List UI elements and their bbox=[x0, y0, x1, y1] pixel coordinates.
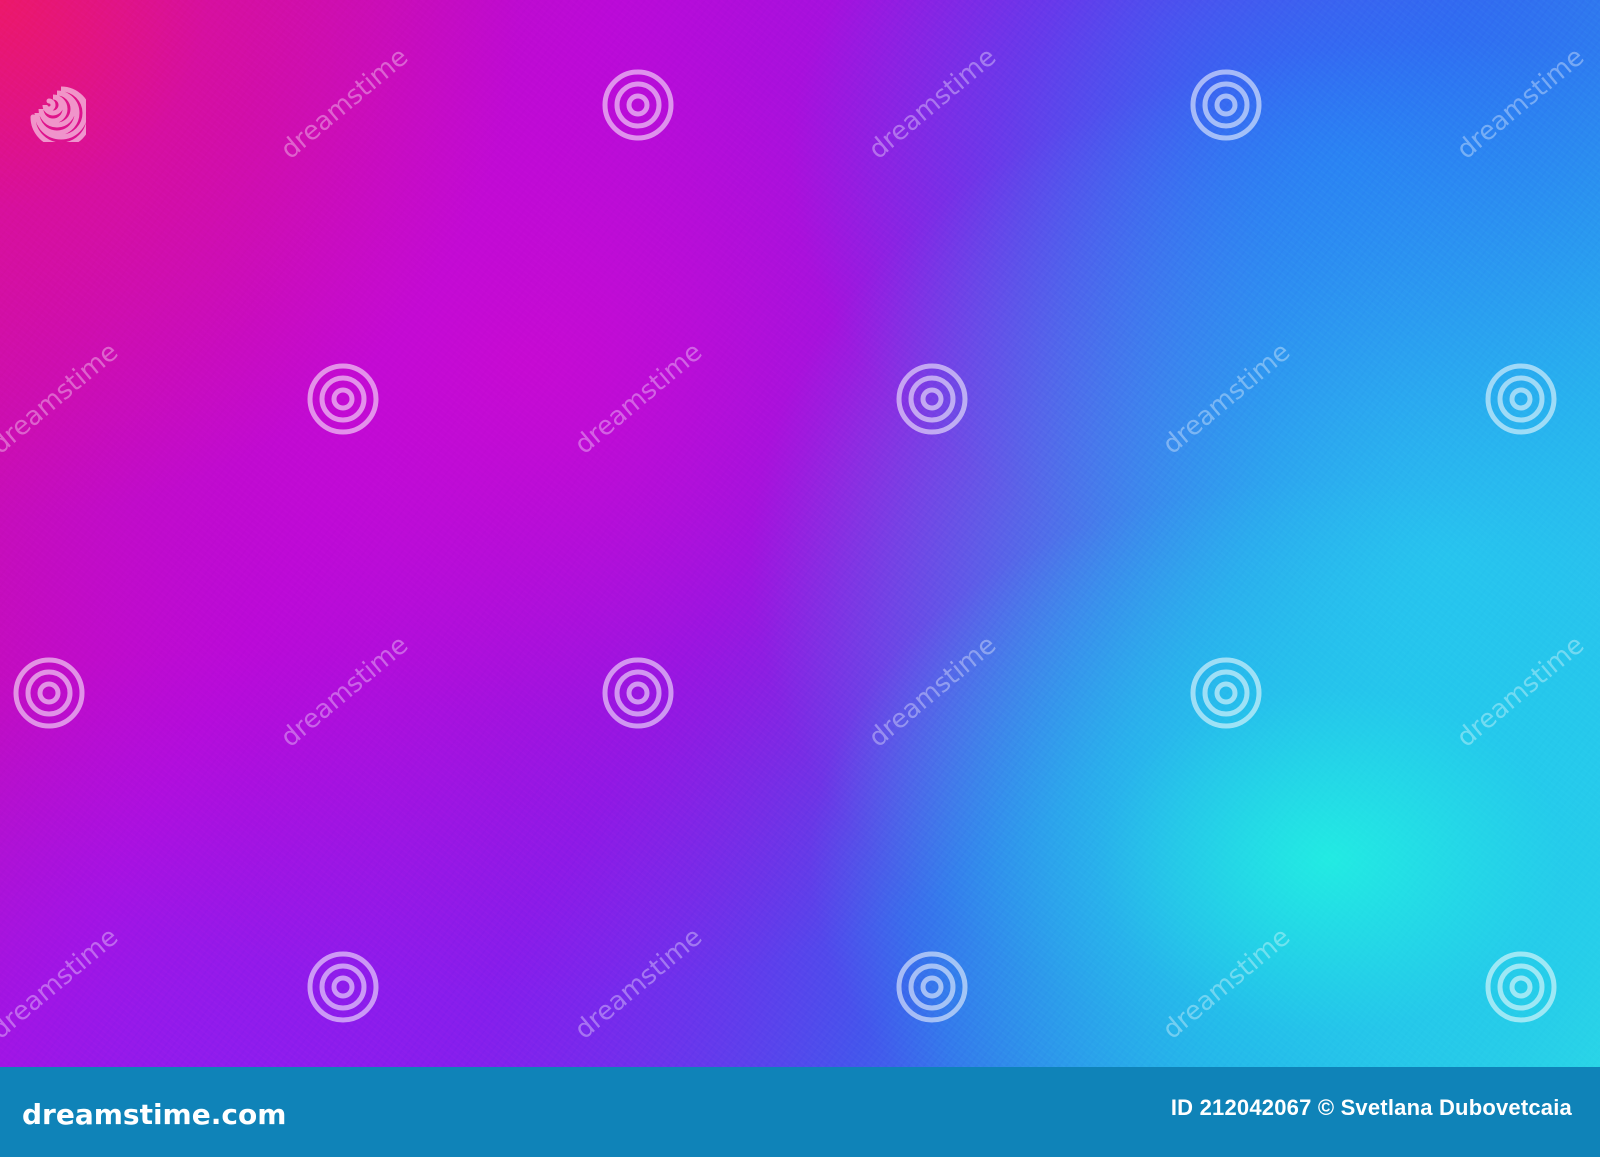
svg-text:dreamstime: dreamstime bbox=[569, 922, 708, 1045]
svg-text:dreamstime: dreamstime bbox=[1451, 630, 1590, 753]
svg-text:dreamstime: dreamstime bbox=[275, 630, 414, 753]
foil-texture bbox=[0, 0, 1600, 1067]
svg-text:dreamstime: dreamstime bbox=[863, 42, 1002, 165]
author-name: Svetlana Dubovetcaia bbox=[1340, 1095, 1572, 1120]
watermark-swirl-icon bbox=[601, 656, 675, 730]
image-id: ID 212042067 bbox=[1170, 1095, 1312, 1120]
svg-text:dreamstime: dreamstime bbox=[569, 337, 708, 460]
svg-text:dreamstime.com: dreamstime.com bbox=[22, 1098, 286, 1131]
image-credit: ID 212042067 © Svetlana Dubovetcaia bbox=[1171, 1095, 1572, 1121]
dreamstime-logo: dreamstime.com bbox=[22, 1091, 292, 1131]
watermark-swirl-icon bbox=[1189, 68, 1263, 142]
watermark-swirl-icon bbox=[1189, 656, 1263, 730]
svg-text:dreamstime: dreamstime bbox=[863, 630, 1002, 753]
holographic-gradient-background: dreamstime dreamstime dreamstime dreamst… bbox=[0, 0, 1600, 1067]
svg-text:dreamstime: dreamstime bbox=[275, 42, 414, 165]
watermark-swirl-icon bbox=[1484, 950, 1558, 1024]
watermark-swirl-icon bbox=[601, 68, 675, 142]
copyright-symbol: © bbox=[1317, 1095, 1335, 1120]
svg-text:dreamstime: dreamstime bbox=[1157, 922, 1296, 1045]
watermark-swirl-icon bbox=[895, 362, 969, 436]
stock-photo: dreamstime dreamstime dreamstime dreamst… bbox=[0, 0, 1600, 1157]
watermark-swirl-icon bbox=[306, 362, 380, 436]
watermark-swirl-icon bbox=[1484, 362, 1558, 436]
attribution-bar: dreamstime.com ID 212042067 © Svetlana D… bbox=[0, 1067, 1600, 1157]
watermark-swirl-icon bbox=[306, 950, 380, 1024]
svg-text:dreamstime: dreamstime bbox=[0, 337, 124, 460]
watermark-swirl-icon bbox=[12, 656, 86, 730]
svg-text:dreamstime: dreamstime bbox=[1157, 337, 1296, 460]
svg-text:dreamstime: dreamstime bbox=[1451, 42, 1590, 165]
watermark-swirl-icon bbox=[895, 950, 969, 1024]
watermark-swirl-icon bbox=[12, 68, 86, 142]
svg-text:dreamstime: dreamstime bbox=[0, 922, 124, 1045]
